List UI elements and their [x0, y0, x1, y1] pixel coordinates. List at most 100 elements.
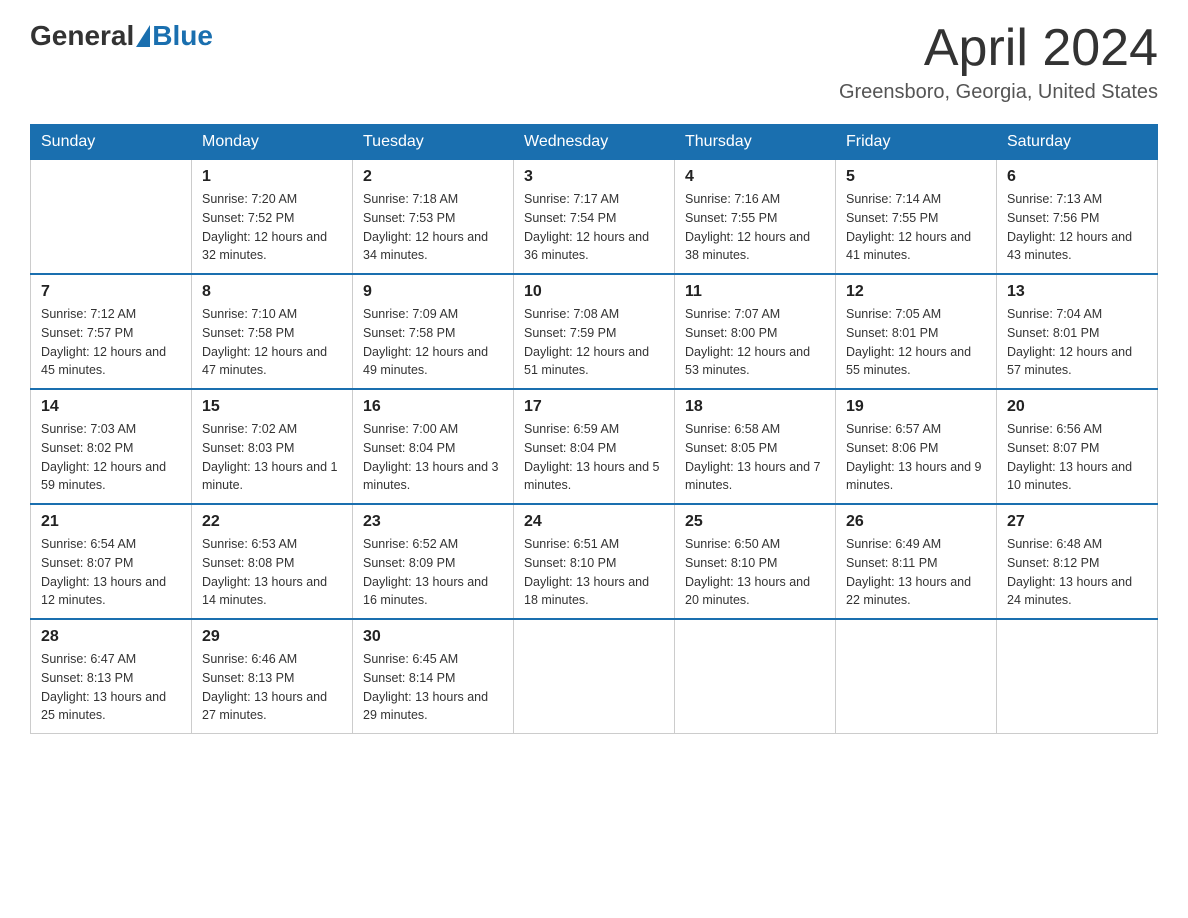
calendar-cell-w1-d6: 5 Sunrise: 7:14 AMSunset: 7:55 PMDaylight…: [836, 160, 997, 275]
month-title: April 2024: [839, 20, 1158, 77]
day-number: 21: [41, 513, 181, 531]
day-number: 20: [1007, 398, 1147, 416]
day-info: Sunrise: 7:04 AMSunset: 8:01 PMDaylight:…: [1007, 305, 1147, 380]
day-info: Sunrise: 6:46 AMSunset: 8:13 PMDaylight:…: [202, 650, 342, 725]
day-number: 12: [846, 283, 986, 301]
col-saturday: Saturday: [997, 125, 1158, 160]
calendar-cell-w5-d4: [514, 619, 675, 734]
calendar-cell-w4-d5: 25 Sunrise: 6:50 AMSunset: 8:10 PMDayligh…: [675, 504, 836, 619]
day-number: 29: [202, 628, 342, 646]
calendar-week-3: 14Sunrise: 7:03 AMSunset: 8:02 PMDayligh…: [31, 389, 1158, 504]
calendar-cell-w1-d2: 1 Sunrise: 7:20 AMSunset: 7:52 PMDaylight…: [192, 160, 353, 275]
col-wednesday: Wednesday: [514, 125, 675, 160]
day-info: Sunrise: 7:20 AMSunset: 7:52 PMDaylight:…: [202, 190, 342, 265]
calendar-cell-w4-d3: 23 Sunrise: 6:52 AMSunset: 8:09 PMDayligh…: [353, 504, 514, 619]
day-number: 7: [41, 283, 181, 301]
day-info: Sunrise: 7:02 AMSunset: 8:03 PMDaylight:…: [202, 420, 342, 495]
logo-blue-text: Blue: [152, 20, 213, 52]
location-subtitle: Greensboro, Georgia, United States: [839, 81, 1158, 104]
calendar-cell-w3-d5: 18Sunrise: 6:58 AMSunset: 8:05 PMDayligh…: [675, 389, 836, 504]
calendar-cell-w1-d5: 4Sunrise: 7:16 AMSunset: 7:55 PMDaylight…: [675, 160, 836, 275]
title-block: April 2024 Greensboro, Georgia, United S…: [839, 20, 1158, 104]
calendar-cell-w2-d7: 13 Sunrise: 7:04 AMSunset: 8:01 PMDayligh…: [997, 274, 1158, 389]
calendar-week-4: 21 Sunrise: 6:54 AMSunset: 8:07 PMDayligh…: [31, 504, 1158, 619]
day-number: 23: [363, 513, 503, 531]
calendar-cell-w4-d4: 24 Sunrise: 6:51 AMSunset: 8:10 PMDayligh…: [514, 504, 675, 619]
day-number: 30: [363, 628, 503, 646]
calendar-cell-w1-d7: 6 Sunrise: 7:13 AMSunset: 7:56 PMDaylight…: [997, 160, 1158, 275]
calendar-cell-w3-d4: 17 Sunrise: 6:59 AMSunset: 8:04 PMDayligh…: [514, 389, 675, 504]
day-number: 2: [363, 168, 503, 186]
calendar-cell-w3-d7: 20 Sunrise: 6:56 AMSunset: 8:07 PMDayligh…: [997, 389, 1158, 504]
day-number: 22: [202, 513, 342, 531]
calendar-cell-w2-d1: 7 Sunrise: 7:12 AMSunset: 7:57 PMDaylight…: [31, 274, 192, 389]
day-info: Sunrise: 7:05 AMSunset: 8:01 PMDaylight:…: [846, 305, 986, 380]
calendar-cell-w3-d2: 15 Sunrise: 7:02 AMSunset: 8:03 PMDayligh…: [192, 389, 353, 504]
day-number: 17: [524, 398, 664, 416]
calendar-cell-w5-d2: 29 Sunrise: 6:46 AMSunset: 8:13 PMDayligh…: [192, 619, 353, 734]
calendar-cell-w3-d6: 19 Sunrise: 6:57 AMSunset: 8:06 PMDayligh…: [836, 389, 997, 504]
day-info: Sunrise: 6:59 AMSunset: 8:04 PMDaylight:…: [524, 420, 664, 495]
calendar-cell-w4-d1: 21 Sunrise: 6:54 AMSunset: 8:07 PMDayligh…: [31, 504, 192, 619]
day-info: Sunrise: 7:10 AMSunset: 7:58 PMDaylight:…: [202, 305, 342, 380]
col-tuesday: Tuesday: [353, 125, 514, 160]
day-info: Sunrise: 6:45 AMSunset: 8:14 PMDaylight:…: [363, 650, 503, 725]
calendar-cell-w5-d3: 30 Sunrise: 6:45 AMSunset: 8:14 PMDayligh…: [353, 619, 514, 734]
calendar-cell-w2-d6: 12 Sunrise: 7:05 AMSunset: 8:01 PMDayligh…: [836, 274, 997, 389]
day-info: Sunrise: 6:52 AMSunset: 8:09 PMDaylight:…: [363, 535, 503, 610]
day-number: 9: [363, 283, 503, 301]
day-number: 10: [524, 283, 664, 301]
day-info: Sunrise: 6:48 AMSunset: 8:12 PMDaylight:…: [1007, 535, 1147, 610]
logo: General Blue: [30, 20, 213, 52]
calendar-header-row: Sunday Monday Tuesday Wednesday Thursday…: [31, 125, 1158, 160]
calendar-cell-w1-d1: [31, 160, 192, 275]
col-sunday: Sunday: [31, 125, 192, 160]
day-info: Sunrise: 6:50 AMSunset: 8:10 PMDaylight:…: [685, 535, 825, 610]
day-number: 3: [524, 168, 664, 186]
calendar-cell-w4-d6: 26Sunrise: 6:49 AMSunset: 8:11 PMDayligh…: [836, 504, 997, 619]
day-number: 5: [846, 168, 986, 186]
calendar-cell-w3-d3: 16 Sunrise: 7:00 AMSunset: 8:04 PMDayligh…: [353, 389, 514, 504]
calendar-cell-w5-d6: [836, 619, 997, 734]
day-number: 14: [41, 398, 181, 416]
day-number: 13: [1007, 283, 1147, 301]
day-info: Sunrise: 7:18 AMSunset: 7:53 PMDaylight:…: [363, 190, 503, 265]
col-thursday: Thursday: [675, 125, 836, 160]
day-info: Sunrise: 7:09 AMSunset: 7:58 PMDaylight:…: [363, 305, 503, 380]
calendar-cell-w5-d5: [675, 619, 836, 734]
day-number: 1: [202, 168, 342, 186]
col-friday: Friday: [836, 125, 997, 160]
day-number: 25: [685, 513, 825, 531]
calendar-cell-w5-d7: [997, 619, 1158, 734]
calendar-cell-w2-d3: 9 Sunrise: 7:09 AMSunset: 7:58 PMDaylight…: [353, 274, 514, 389]
day-number: 28: [41, 628, 181, 646]
day-number: 11: [685, 283, 825, 301]
page-header: General Blue April 2024 Greensboro, Geor…: [30, 20, 1158, 104]
day-number: 19: [846, 398, 986, 416]
day-number: 16: [363, 398, 503, 416]
day-info: Sunrise: 7:14 AMSunset: 7:55 PMDaylight:…: [846, 190, 986, 265]
day-info: Sunrise: 6:51 AMSunset: 8:10 PMDaylight:…: [524, 535, 664, 610]
day-info: Sunrise: 7:13 AMSunset: 7:56 PMDaylight:…: [1007, 190, 1147, 265]
day-info: Sunrise: 7:17 AMSunset: 7:54 PMDaylight:…: [524, 190, 664, 265]
day-info: Sunrise: 6:57 AMSunset: 8:06 PMDaylight:…: [846, 420, 986, 495]
calendar-week-1: 1 Sunrise: 7:20 AMSunset: 7:52 PMDaylight…: [31, 160, 1158, 275]
logo-triangle-icon: [136, 25, 150, 47]
day-number: 15: [202, 398, 342, 416]
calendar-week-5: 28Sunrise: 6:47 AMSunset: 8:13 PMDayligh…: [31, 619, 1158, 734]
calendar-week-2: 7 Sunrise: 7:12 AMSunset: 7:57 PMDaylight…: [31, 274, 1158, 389]
day-info: Sunrise: 6:54 AMSunset: 8:07 PMDaylight:…: [41, 535, 181, 610]
day-number: 24: [524, 513, 664, 531]
calendar-cell-w1-d4: 3 Sunrise: 7:17 AMSunset: 7:54 PMDaylight…: [514, 160, 675, 275]
day-number: 18: [685, 398, 825, 416]
day-info: Sunrise: 6:53 AMSunset: 8:08 PMDaylight:…: [202, 535, 342, 610]
logo-general-text: General: [30, 20, 134, 52]
day-info: Sunrise: 7:00 AMSunset: 8:04 PMDaylight:…: [363, 420, 503, 495]
day-info: Sunrise: 6:56 AMSunset: 8:07 PMDaylight:…: [1007, 420, 1147, 495]
day-info: Sunrise: 7:12 AMSunset: 7:57 PMDaylight:…: [41, 305, 181, 380]
calendar-cell-w1-d3: 2 Sunrise: 7:18 AMSunset: 7:53 PMDaylight…: [353, 160, 514, 275]
calendar-cell-w2-d5: 11Sunrise: 7:07 AMSunset: 8:00 PMDayligh…: [675, 274, 836, 389]
calendar-cell-w3-d1: 14Sunrise: 7:03 AMSunset: 8:02 PMDayligh…: [31, 389, 192, 504]
day-info: Sunrise: 7:08 AMSunset: 7:59 PMDaylight:…: [524, 305, 664, 380]
day-number: 6: [1007, 168, 1147, 186]
